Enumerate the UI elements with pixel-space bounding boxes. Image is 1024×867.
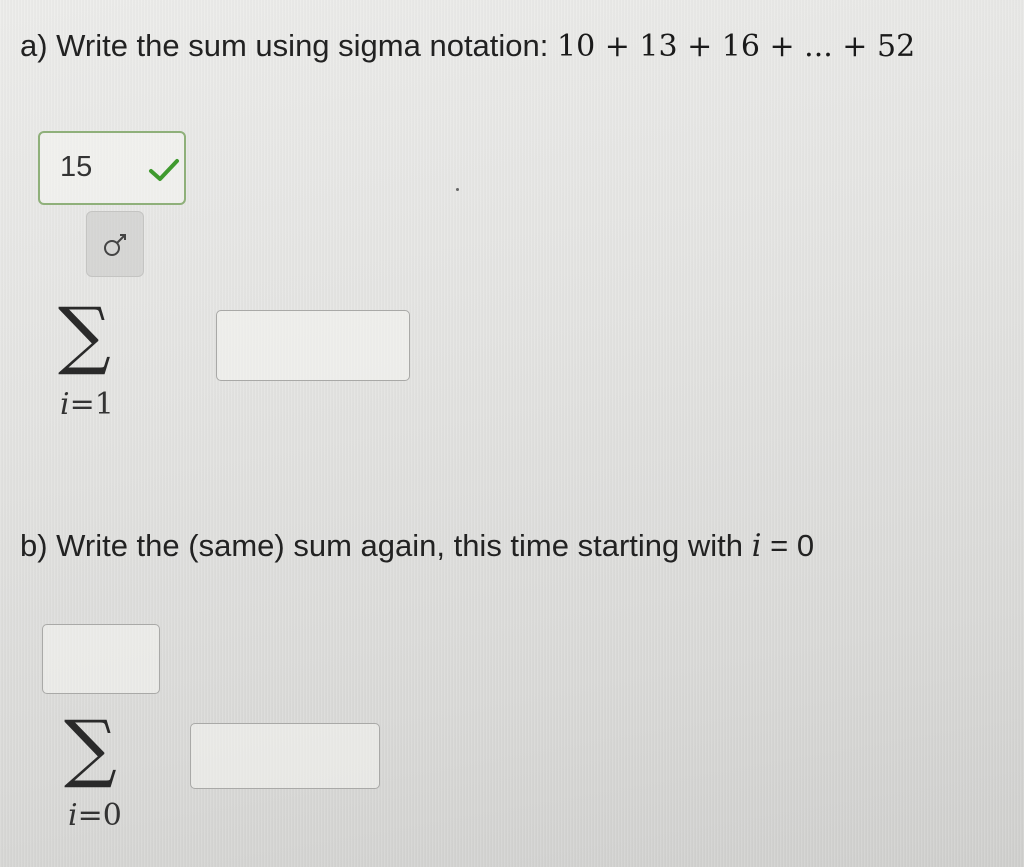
- lower-limit-eq-a: =1: [69, 387, 114, 422]
- lower-limit-var-b: i: [68, 798, 78, 833]
- question-a-series: 10 + 13 + 16 + ... + 52: [557, 29, 916, 64]
- lower-limit-eq-b: =0: [77, 798, 122, 833]
- stray-dot: [456, 188, 459, 191]
- expression-input-b[interactable]: [190, 723, 380, 789]
- question-b: b) Write the (same) sum again, this time…: [20, 528, 814, 564]
- lower-limit-var-a: i: [60, 387, 70, 422]
- question-a: a) Write the sum using sigma notation: 1…: [20, 28, 915, 64]
- check-icon: [149, 159, 179, 181]
- question-b-prompt: b) Write the (same) sum again, this time…: [20, 528, 752, 563]
- question-a-prompt: a) Write the sum using sigma notation:: [20, 28, 558, 63]
- question-b-condition: = 0: [761, 528, 815, 563]
- lower-limit-b: i=0: [68, 798, 122, 833]
- sigma-symbol-a: ∑: [58, 292, 111, 378]
- format-button[interactable]: [86, 211, 144, 277]
- lower-limit-a: i=1: [60, 387, 114, 422]
- upper-limit-input-b[interactable]: [42, 624, 160, 694]
- sigma-symbol-b: ∑: [64, 705, 117, 791]
- expression-input-a[interactable]: [216, 310, 410, 381]
- question-b-var: i: [751, 528, 762, 564]
- upper-limit-input-a[interactable]: 15: [38, 131, 186, 205]
- upper-limit-value-a: 15: [60, 151, 93, 183]
- gender-symbol-icon: [104, 234, 126, 256]
